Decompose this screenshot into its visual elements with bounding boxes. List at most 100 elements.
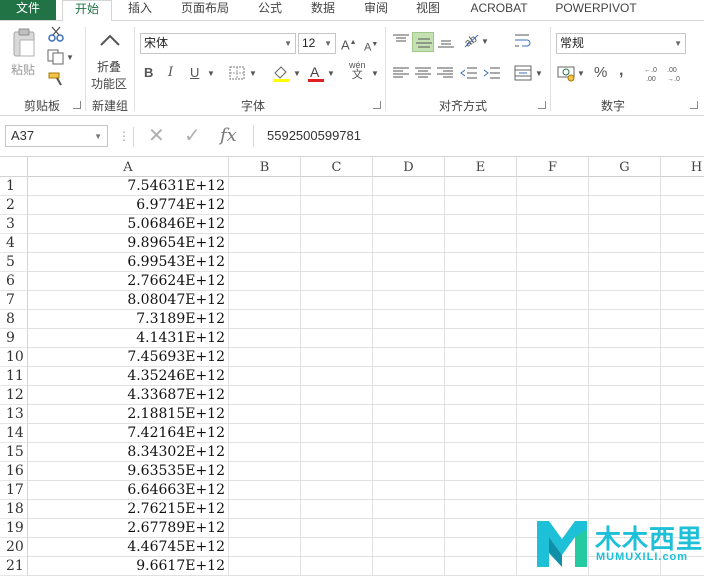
cell-empty[interactable] bbox=[517, 481, 589, 500]
cell-empty[interactable] bbox=[589, 481, 661, 500]
cell-empty[interactable] bbox=[373, 215, 445, 234]
cell-empty[interactable] bbox=[373, 462, 445, 481]
cell-empty[interactable] bbox=[517, 215, 589, 234]
cell-empty[interactable] bbox=[229, 329, 301, 348]
cell-empty[interactable] bbox=[301, 443, 373, 462]
accounting-dropdown-icon[interactable]: ▼ bbox=[577, 65, 585, 83]
increase-decimal-icon[interactable]: ←.0 .00 bbox=[644, 64, 662, 82]
cell-empty[interactable] bbox=[661, 481, 704, 500]
cell-a[interactable]: 2.76215E+12 bbox=[28, 500, 229, 519]
cell-empty[interactable] bbox=[589, 310, 661, 329]
border-dropdown-icon[interactable]: ▼ bbox=[249, 65, 257, 83]
cell-empty[interactable] bbox=[301, 348, 373, 367]
cell-empty[interactable] bbox=[661, 405, 704, 424]
column-header-g[interactable]: G bbox=[589, 157, 661, 177]
cell-empty[interactable] bbox=[517, 291, 589, 310]
cell-empty[interactable] bbox=[517, 386, 589, 405]
cell-empty[interactable] bbox=[589, 253, 661, 272]
tab-formulas[interactable]: 公式 bbox=[248, 0, 292, 20]
cell-empty[interactable] bbox=[301, 462, 373, 481]
cell-empty[interactable] bbox=[445, 386, 517, 405]
cell-empty[interactable] bbox=[589, 291, 661, 310]
cell-a[interactable]: 8.08047E+12 bbox=[28, 291, 229, 310]
row-header[interactable]: 4 bbox=[0, 234, 28, 253]
cell-empty[interactable] bbox=[229, 538, 301, 557]
cell-empty[interactable] bbox=[445, 405, 517, 424]
tab-page-layout[interactable]: 页面布局 bbox=[172, 0, 238, 20]
cell-empty[interactable] bbox=[229, 462, 301, 481]
align-top-icon[interactable] bbox=[392, 33, 410, 47]
align-right-icon[interactable] bbox=[436, 66, 454, 80]
underline-dropdown-icon[interactable]: ▼ bbox=[207, 65, 215, 83]
insert-function-button[interactable]: fx bbox=[220, 125, 237, 147]
column-header-b[interactable]: B bbox=[229, 157, 301, 177]
cell-empty[interactable] bbox=[517, 196, 589, 215]
fill-color-dropdown-icon[interactable]: ▼ bbox=[293, 65, 301, 83]
paste-label[interactable]: 粘贴 bbox=[11, 61, 35, 78]
cell-empty[interactable] bbox=[517, 462, 589, 481]
cell-empty[interactable] bbox=[373, 253, 445, 272]
bold-button[interactable]: B bbox=[144, 64, 153, 82]
increase-indent-icon[interactable] bbox=[483, 66, 501, 80]
decrease-font-icon[interactable]: A▼ bbox=[364, 36, 378, 57]
cell-empty[interactable] bbox=[229, 348, 301, 367]
cell-empty[interactable] bbox=[229, 367, 301, 386]
cell-a[interactable]: 9.63535E+12 bbox=[28, 462, 229, 481]
align-center-icon[interactable] bbox=[414, 66, 432, 80]
cell-empty[interactable] bbox=[229, 177, 301, 196]
cell-empty[interactable] bbox=[301, 405, 373, 424]
decrease-decimal-icon[interactable]: .00 →.0 bbox=[667, 64, 685, 82]
number-launcher-icon[interactable] bbox=[690, 101, 698, 109]
cell-empty[interactable] bbox=[301, 177, 373, 196]
cell-empty[interactable] bbox=[661, 443, 704, 462]
row-header[interactable]: 19 bbox=[0, 519, 28, 538]
cell-empty[interactable] bbox=[301, 538, 373, 557]
cell-empty[interactable] bbox=[373, 386, 445, 405]
cell-empty[interactable] bbox=[661, 462, 704, 481]
cell-empty[interactable] bbox=[229, 272, 301, 291]
merge-center-icon[interactable] bbox=[514, 65, 532, 81]
cell-a[interactable]: 5.06846E+12 bbox=[28, 215, 229, 234]
row-header[interactable]: 20 bbox=[0, 538, 28, 557]
row-header[interactable]: 9 bbox=[0, 329, 28, 348]
collapse-ribbon-icon[interactable] bbox=[99, 33, 121, 47]
cell-empty[interactable] bbox=[229, 519, 301, 538]
cell-empty[interactable] bbox=[661, 272, 704, 291]
cell-empty[interactable] bbox=[445, 424, 517, 443]
cell-empty[interactable] bbox=[373, 424, 445, 443]
cell-empty[interactable] bbox=[661, 329, 704, 348]
cell-empty[interactable] bbox=[661, 367, 704, 386]
row-header[interactable]: 15 bbox=[0, 443, 28, 462]
cell-empty[interactable] bbox=[301, 234, 373, 253]
cell-a[interactable]: 8.34302E+12 bbox=[28, 443, 229, 462]
cancel-entry-icon[interactable]: ✕ bbox=[148, 125, 165, 147]
cell-empty[interactable] bbox=[229, 557, 301, 576]
cell-a[interactable]: 4.46745E+12 bbox=[28, 538, 229, 557]
cell-a[interactable]: 7.42164E+12 bbox=[28, 424, 229, 443]
cell-empty[interactable] bbox=[589, 215, 661, 234]
cell-empty[interactable] bbox=[445, 196, 517, 215]
cell-empty[interactable] bbox=[229, 215, 301, 234]
cell-empty[interactable] bbox=[373, 329, 445, 348]
cell-empty[interactable] bbox=[301, 386, 373, 405]
cell-empty[interactable] bbox=[517, 272, 589, 291]
cell-a[interactable]: 9.6617E+12 bbox=[28, 557, 229, 576]
clipboard-launcher-icon[interactable] bbox=[73, 101, 81, 109]
tab-review[interactable]: 审阅 bbox=[354, 0, 398, 20]
column-header-a[interactable]: A bbox=[28, 157, 229, 177]
cell-a[interactable]: 6.9774E+12 bbox=[28, 196, 229, 215]
fold-label-line2[interactable]: 功能区 bbox=[91, 75, 127, 92]
merge-dropdown-icon[interactable]: ▼ bbox=[535, 65, 543, 83]
cell-empty[interactable] bbox=[661, 177, 704, 196]
fold-label-line1[interactable]: 折叠 bbox=[97, 58, 121, 75]
cell-empty[interactable] bbox=[301, 481, 373, 500]
column-header-d[interactable]: D bbox=[373, 157, 445, 177]
cell-empty[interactable] bbox=[445, 538, 517, 557]
cell-empty[interactable] bbox=[445, 481, 517, 500]
confirm-entry-icon[interactable]: ✓ bbox=[184, 125, 201, 147]
cell-empty[interactable] bbox=[661, 253, 704, 272]
cell-empty[interactable] bbox=[661, 386, 704, 405]
cell-empty[interactable] bbox=[229, 405, 301, 424]
cell-empty[interactable] bbox=[589, 367, 661, 386]
font-launcher-icon[interactable] bbox=[373, 101, 381, 109]
